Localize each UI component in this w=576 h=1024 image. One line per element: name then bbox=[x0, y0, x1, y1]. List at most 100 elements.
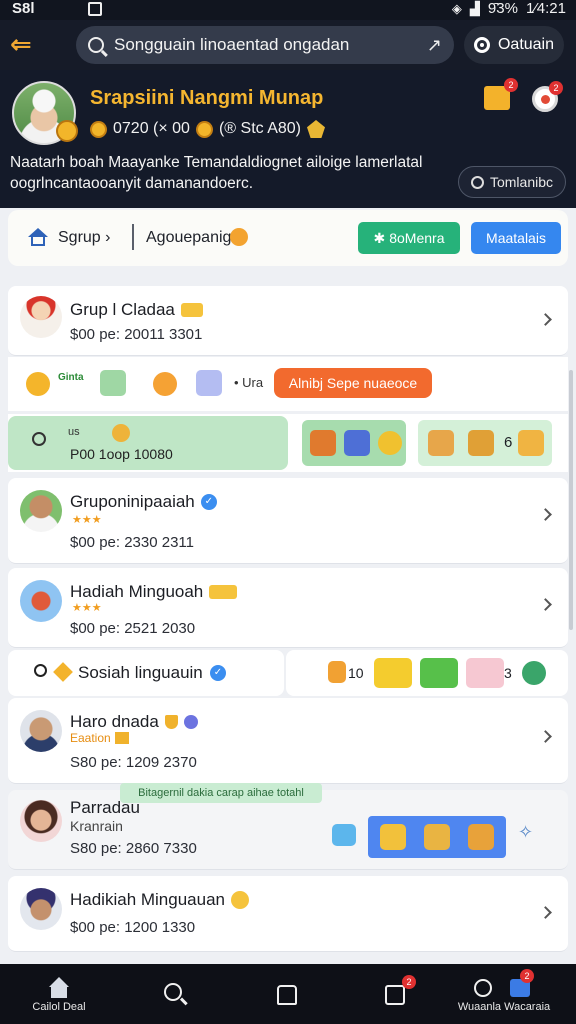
chevron-right-icon bbox=[539, 598, 552, 611]
reward-items-card[interactable] bbox=[302, 420, 406, 466]
group-subtitle: $00 pe: 20011 3301 bbox=[70, 326, 203, 343]
breadcrumb-current[interactable]: Agouepanig bbox=[146, 229, 231, 247]
smiley-icon[interactable] bbox=[26, 372, 50, 396]
box-icon bbox=[328, 661, 346, 683]
sim-icon bbox=[88, 2, 102, 16]
group-subtitle: $00 pe: 2330 2311 bbox=[70, 534, 195, 551]
time-label: 1⁄4:21 bbox=[525, 0, 566, 17]
social-row: Sosiah linguauin ✓ 10 3 bbox=[8, 650, 568, 696]
hand-icon bbox=[468, 824, 494, 850]
notification-button[interactable]: 2 bbox=[484, 78, 518, 110]
wallet-badge: 2 bbox=[520, 969, 534, 983]
list-item[interactable]: Grup l Cladaa $00 pe: 20011 3301 bbox=[8, 286, 568, 356]
signal-icon: ▟ bbox=[469, 0, 480, 16]
items-row-2: us P00 1oop 10080 6 bbox=[8, 414, 568, 472]
group-title-text: Hadikiah Minguauan bbox=[70, 890, 225, 909]
trophy-icon bbox=[180, 303, 203, 317]
target-icon bbox=[473, 37, 490, 53]
inbox-badge: 2 bbox=[402, 975, 416, 989]
nav-home[interactable]: Cailol Deal bbox=[16, 964, 102, 1024]
group-tag: Kranrain bbox=[70, 818, 123, 834]
cube-icon[interactable] bbox=[332, 824, 356, 846]
status-right: ◈ ▟ 9̄3% 1⁄4:21 bbox=[452, 0, 566, 17]
group-title: Hadiah Minguoah bbox=[70, 582, 238, 602]
search-icon bbox=[470, 175, 484, 189]
list-item[interactable]: Hadiah Minguoah ★★★ $00 pe: 2521 2030 bbox=[8, 568, 568, 648]
nav-home-label: Cailol Deal bbox=[32, 1001, 86, 1013]
nav-center[interactable] bbox=[262, 964, 312, 1024]
group-avatar bbox=[20, 490, 62, 532]
emoji-icon[interactable] bbox=[153, 372, 177, 396]
wallet-icon: 2 bbox=[474, 969, 534, 1001]
verified-icon: ✓ bbox=[200, 494, 217, 510]
rating-stars: ★★★ bbox=[72, 602, 102, 614]
gift-box-icon[interactable] bbox=[196, 370, 222, 396]
sparkle-icon[interactable]: ✧ bbox=[518, 822, 533, 843]
gift-button[interactable]: 2 bbox=[532, 81, 563, 112]
coin-icon bbox=[112, 424, 130, 442]
search-bar[interactable]: Songguain linoaentad ongadan ↗ bbox=[76, 26, 454, 64]
back-arrow-icon[interactable]: ⇐ bbox=[10, 29, 54, 61]
nav-inbox[interactable]: 2 bbox=[370, 964, 420, 1024]
list-item[interactable]: Gruponinipaaiah ✓ ★★★ $00 pe: 2330 2311 bbox=[8, 478, 568, 564]
reward-items-card-2[interactable]: 6 bbox=[418, 420, 552, 466]
group-title-text: Gruponinipaaiah bbox=[70, 492, 195, 511]
top-header: ⇐ Songguain linoaentad ongadan ↗ Oatuain bbox=[0, 20, 576, 70]
home-icon[interactable] bbox=[28, 228, 48, 246]
nav-wallet[interactable]: 2 Wuaanla Wacaraia bbox=[446, 964, 562, 1024]
verified-icon: ✓ bbox=[210, 665, 226, 681]
status-bar: S8l ◈ ▟ 9̄3% 1⁄4:21 bbox=[0, 0, 576, 20]
trophy-icon bbox=[231, 891, 249, 909]
reward-items-card[interactable] bbox=[368, 816, 506, 858]
promo-button[interactable]: Alnibj Sepe nuaeoce bbox=[274, 368, 432, 398]
cube-icon bbox=[344, 430, 370, 456]
share-icon[interactable]: ↗ bbox=[427, 35, 442, 56]
nav-search[interactable] bbox=[150, 964, 200, 1024]
profile-name: Srapsiini Nangmi Munap bbox=[90, 87, 324, 109]
emoji-icon bbox=[230, 228, 248, 246]
wifi-icon: ◈ bbox=[451, 0, 462, 16]
group-title: Hadikiah Minguauan bbox=[70, 890, 249, 910]
group-title-text: Hadiah Minguoah bbox=[70, 582, 204, 601]
blue-action-label: Maatalais bbox=[486, 230, 546, 246]
stats-b: (® Stc A80) bbox=[218, 120, 301, 137]
coin-icon bbox=[90, 120, 107, 138]
group-title: Gruponinipaaiah ✓ bbox=[70, 492, 217, 512]
group-tag-text: Eaation bbox=[70, 731, 111, 745]
plant-icon bbox=[420, 658, 458, 688]
search-input[interactable]: Songguain linoaentad ongadan bbox=[114, 35, 427, 55]
chest-icon[interactable] bbox=[100, 370, 126, 396]
scrollbar[interactable] bbox=[569, 370, 573, 630]
group-avatar bbox=[20, 296, 62, 338]
profile-description: Naatarh boah Maayanke Temandaldiognet ai… bbox=[10, 154, 423, 192]
breadcrumb: Sgrup › Agouepanig ✱ 8oMenra Maatalais bbox=[8, 210, 568, 266]
social-items-card[interactable]: 10 3 bbox=[286, 650, 568, 696]
heart-icon bbox=[114, 732, 129, 744]
search-icon bbox=[88, 37, 104, 53]
chest-icon bbox=[310, 430, 336, 456]
group-subtitle: S80 pe: 2860 7330 bbox=[70, 840, 197, 857]
green-action-button[interactable]: ✱ 8oMenra bbox=[358, 222, 460, 254]
items-label: Ginta bbox=[58, 372, 84, 383]
coin-icon bbox=[195, 120, 213, 138]
sparkle-icon: ✱ bbox=[373, 229, 386, 246]
social-card[interactable]: Sosiah linguauin ✓ bbox=[8, 650, 284, 696]
chevron-right-icon bbox=[539, 313, 552, 326]
translate-button[interactable]: Tomlanibc bbox=[458, 166, 566, 198]
list-item[interactable]: Haro dnada Eaation S80 pe: 1209 2370 bbox=[8, 698, 568, 784]
battery-label: 9̄3% bbox=[487, 0, 518, 17]
gift-badge: 2 bbox=[549, 81, 563, 95]
more-label: • Ura bbox=[234, 375, 264, 390]
ticket-icon bbox=[374, 658, 412, 688]
group-subtitle: $00 pe: 1200 1330 bbox=[70, 919, 196, 936]
reward-card[interactable]: us P00 1oop 10080 bbox=[8, 416, 288, 470]
tooltip: Bitagernil dakia carap aihae totahl bbox=[120, 783, 322, 803]
figure-icon bbox=[468, 430, 494, 456]
blue-action-button[interactable]: Maatalais bbox=[471, 222, 561, 254]
profile-stats: 0720 (× 00 (® Stc A80) bbox=[90, 120, 325, 138]
list-item[interactable]: Hadikiah Minguauan $00 pe: 1200 1330 bbox=[8, 876, 568, 952]
rating-stars: ★★★ bbox=[72, 514, 102, 526]
breadcrumb-group[interactable]: Sgrup › bbox=[58, 229, 110, 247]
toy-icon bbox=[424, 824, 450, 850]
control-button[interactable]: Oatuain bbox=[464, 26, 564, 64]
